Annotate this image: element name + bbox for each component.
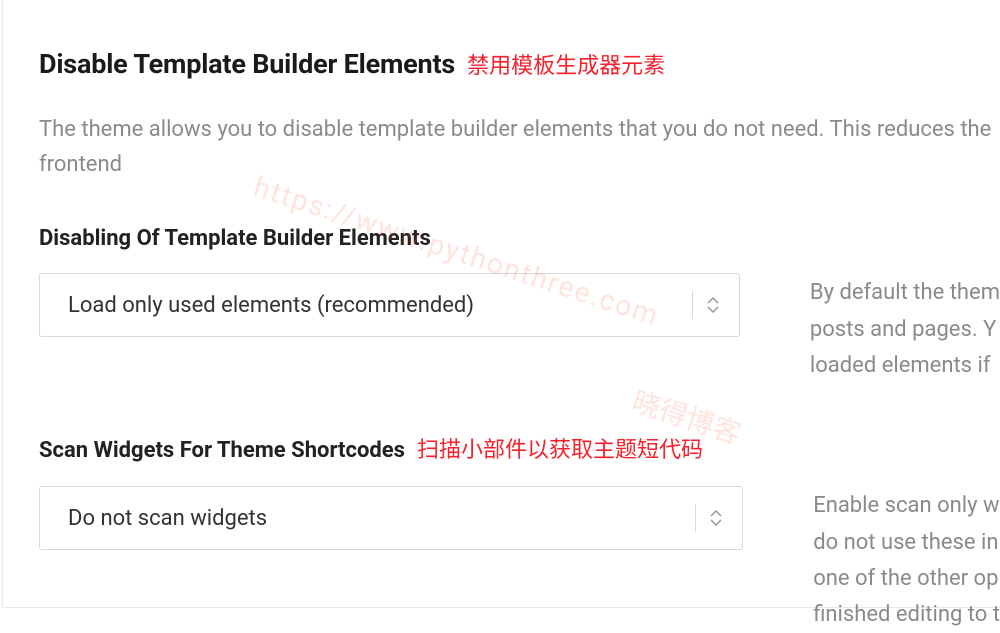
chevron-updown-icon: [707, 297, 719, 313]
scan-widgets-label: Scan Widgets For Theme Shortcodes: [39, 438, 405, 463]
section-title-annotation: 禁用模板生成器元素: [467, 48, 665, 80]
select-value: Do not scan widgets: [68, 506, 267, 531]
select-value: Load only used elements (recommended): [68, 293, 474, 318]
disable-elements-select[interactable]: Load only used elements (recommended): [39, 273, 740, 337]
disable-elements-label: Disabling Of Template Builder Elements: [39, 226, 431, 251]
field-label-row: Disabling Of Template Builder Elements: [39, 226, 1000, 251]
field-row: Load only used elements (recommended) By…: [39, 273, 1000, 384]
select-divider: [695, 504, 696, 532]
field-row: Do not scan widgets Enable scan only w d…: [39, 486, 1000, 633]
section-header: Disable Template Builder Elements 禁用模板生成…: [39, 48, 1000, 80]
section-title: Disable Template Builder Elements: [39, 48, 455, 80]
scan-widgets-help: Enable scan only w do not use these in o…: [813, 486, 1000, 633]
section-description: The theme allows you to disable template…: [39, 112, 1000, 182]
select-arrows: [692, 291, 719, 319]
field-label-row: Scan Widgets For Theme Shortcodes 扫描小部件以…: [39, 432, 1000, 464]
chevron-updown-icon: [710, 510, 722, 526]
scan-widgets-select[interactable]: Do not scan widgets: [39, 486, 743, 550]
settings-panel: Disable Template Builder Elements 禁用模板生成…: [2, 0, 1000, 608]
disable-elements-help: By default the them posts and pages. Y l…: [810, 273, 1000, 384]
select-divider: [692, 291, 693, 319]
select-arrows: [695, 504, 722, 532]
scan-widgets-annotation: 扫描小部件以获取主题短代码: [417, 432, 703, 464]
